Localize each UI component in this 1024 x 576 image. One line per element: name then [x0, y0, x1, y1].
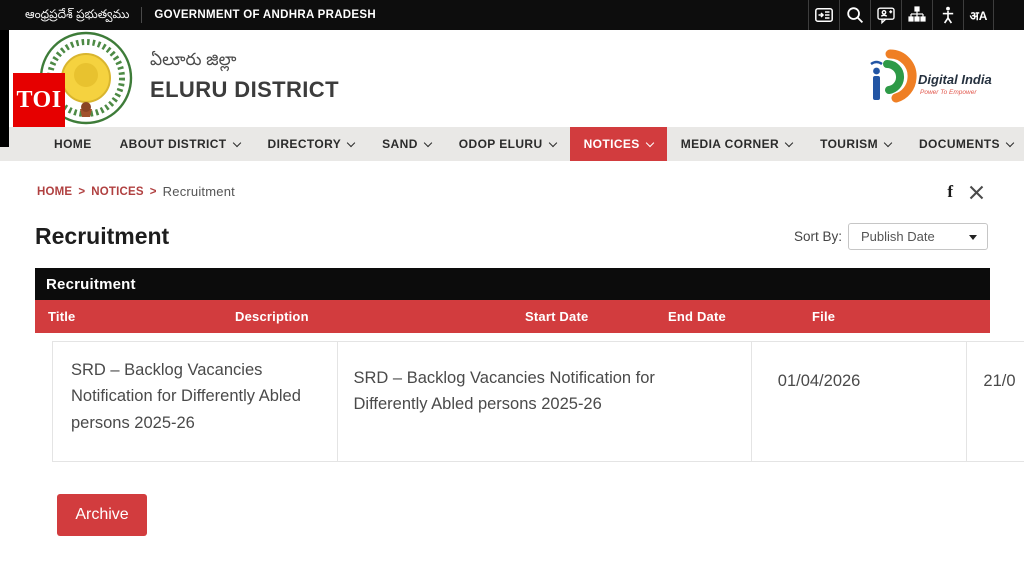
column-header-file: File: [812, 309, 835, 324]
nav-item-about-district[interactable]: ABOUT DISTRICT: [106, 127, 254, 161]
page: ఆంధ్రప్రదేశ్ ప్రభుత్వము GOVERNMENT OF AN…: [0, 0, 1024, 576]
dropdown-caret-icon: [969, 235, 977, 240]
social-share: f: [947, 182, 984, 202]
table-row: SRD – Backlog Vacancies Notification for…: [52, 341, 1024, 462]
row-end-date-cell: 21/0: [967, 342, 1024, 461]
toi-watermark-logo: TOI: [13, 73, 65, 127]
table-header-row: Title Description Start Date End Date Fi…: [35, 300, 990, 333]
nav-item-documents[interactable]: DOCUMENTS: [905, 127, 1024, 161]
language-toggle-icon[interactable]: अA: [963, 0, 994, 30]
sort-by-value: Publish Date: [861, 229, 935, 244]
column-header-end-date: End Date: [668, 309, 726, 324]
column-header-start-date: Start Date: [525, 309, 588, 324]
archive-button[interactable]: Archive: [57, 494, 147, 536]
breadcrumb: HOME > NOTICES > Recruitment: [37, 184, 235, 199]
chevron-down-icon: [645, 138, 653, 146]
accessibility-icon[interactable]: [932, 0, 963, 30]
chevron-down-icon: [884, 138, 892, 146]
search-icon[interactable]: [839, 0, 870, 30]
svg-text:Digital India: Digital India: [918, 72, 992, 87]
chevron-down-icon: [232, 138, 240, 146]
nav-item-tourism[interactable]: TOURISM: [806, 127, 905, 161]
sitemap-icon[interactable]: [901, 0, 932, 30]
column-header-description: Description: [235, 309, 309, 324]
main-navigation: HOME ABOUT DISTRICT DIRECTORY SAND ODOP …: [0, 127, 1024, 161]
watermark-strip: [0, 30, 9, 147]
breadcrumb-separator: >: [78, 186, 85, 198]
nav-item-odop-eluru[interactable]: ODOP ELURU: [445, 127, 570, 161]
nav-item-media-corner[interactable]: MEDIA CORNER: [667, 127, 806, 161]
nav-item-home[interactable]: HOME: [40, 127, 106, 161]
x-twitter-icon[interactable]: [969, 185, 984, 200]
breadcrumb-separator: >: [150, 186, 157, 198]
chevron-down-icon: [424, 138, 432, 146]
chevron-down-icon: [347, 138, 355, 146]
government-name-english: GOVERNMENT OF ANDHRA PRADESH: [154, 9, 376, 21]
skip-to-content-icon[interactable]: [808, 0, 839, 30]
breadcrumb-home[interactable]: HOME: [37, 186, 72, 198]
row-title-cell: SRD – Backlog Vacancies Notification for…: [53, 342, 338, 461]
nav-item-sand[interactable]: SAND: [368, 127, 445, 161]
district-title-block: ఏలూరు జిల్లా ELURU DISTRICT: [150, 50, 339, 103]
topbar-divider: [141, 7, 142, 23]
page-title: Recruitment: [35, 223, 169, 250]
facebook-icon[interactable]: f: [947, 182, 953, 202]
digital-india-logo: Digital India Power To Empower: [860, 48, 1010, 115]
site-header: TOI ఏలూరు జిల్లా ELURU DISTRICT Digital …: [0, 30, 1024, 127]
chevron-down-icon: [1006, 138, 1014, 146]
chevron-down-icon: [548, 138, 556, 146]
district-name-telugu: ఏలూరు జిల్లా: [150, 50, 339, 74]
table-caption: Recruitment: [35, 268, 990, 300]
topbar-icon-group: अA: [808, 0, 1024, 30]
sort-by-dropdown[interactable]: Publish Date: [848, 223, 988, 250]
svg-text:Power To Empower: Power To Empower: [920, 89, 977, 96]
government-names: ఆంధ్రప్రదేశ్ ప్రభుత్వము GOVERNMENT OF AN…: [0, 0, 376, 30]
sort-by-label: Sort By:: [794, 229, 842, 244]
district-name-english: ELURU DISTRICT: [150, 77, 339, 103]
breadcrumb-current: Recruitment: [163, 184, 235, 199]
feedback-icon[interactable]: [870, 0, 901, 30]
column-header-title: Title: [48, 309, 76, 324]
chevron-down-icon: [785, 138, 793, 146]
nav-item-notices[interactable]: NOTICES: [570, 127, 667, 161]
government-name-telugu: ఆంధ్రప్రదేశ్ ప్రభుత్వము: [25, 7, 129, 24]
nav-item-directory[interactable]: DIRECTORY: [254, 127, 369, 161]
breadcrumb-notices[interactable]: NOTICES: [91, 186, 144, 198]
row-description-cell: SRD – Backlog Vacancies Notification for…: [338, 342, 752, 461]
row-start-date-cell: 01/04/2026: [752, 342, 968, 461]
government-topbar: ఆంధ్రప్రదేశ్ ప్రభుత్వము GOVERNMENT OF AN…: [0, 0, 1024, 30]
